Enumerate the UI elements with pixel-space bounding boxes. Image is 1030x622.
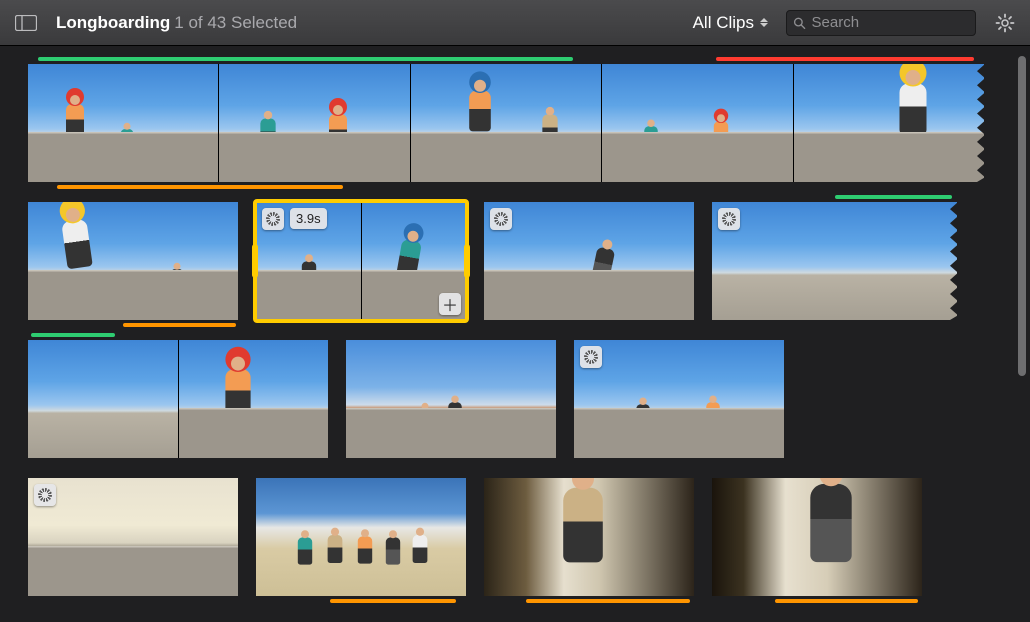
analyzing-spinner-icon <box>580 346 602 368</box>
clip-2d[interactable] <box>712 202 957 320</box>
clip-filter-dropdown[interactable]: All Clips <box>689 11 772 35</box>
sidebar-toggle-button[interactable] <box>10 10 42 36</box>
clip-3c[interactable] <box>574 340 784 458</box>
clip-browser: 3.9s ＋ <box>0 46 1012 620</box>
add-to-movie-button[interactable]: ＋ <box>439 293 461 315</box>
clip-3b[interactable] <box>346 340 556 458</box>
chevron-updown-icon <box>760 18 768 27</box>
toolbar: Longboarding 1 of 43 Selected All Clips <box>0 0 1030 46</box>
search-icon <box>793 16 806 30</box>
analyzing-spinner-icon <box>718 208 740 230</box>
scrollbar-thumb[interactable] <box>1018 56 1026 376</box>
event-title: Longboarding <box>56 13 170 33</box>
settings-button[interactable] <box>990 10 1020 36</box>
search-field[interactable] <box>786 10 976 36</box>
clip-4c[interactable] <box>484 478 694 596</box>
clip-4a[interactable] <box>28 478 238 596</box>
clip-4d[interactable] <box>712 478 922 596</box>
clip-2a[interactable] <box>28 202 238 320</box>
analyzing-spinner-icon <box>490 208 512 230</box>
clip-3a[interactable] <box>28 340 328 458</box>
scrollbar[interactable] <box>1017 56 1027 576</box>
analyzing-spinner-icon <box>34 484 56 506</box>
selection-duration-badge: 3.9s <box>290 208 327 229</box>
search-input[interactable] <box>812 14 969 31</box>
clip-4b[interactable] <box>256 478 466 596</box>
clip-row1[interactable] <box>28 64 984 182</box>
clip-filter-label: All Clips <box>693 13 754 33</box>
selection-status: 1 of 43 Selected <box>174 13 297 33</box>
clip-2c[interactable] <box>484 202 694 320</box>
clip-2b-selected[interactable]: 3.9s ＋ <box>256 202 466 320</box>
gear-icon <box>995 13 1015 33</box>
analyzing-spinner-icon <box>262 208 284 230</box>
